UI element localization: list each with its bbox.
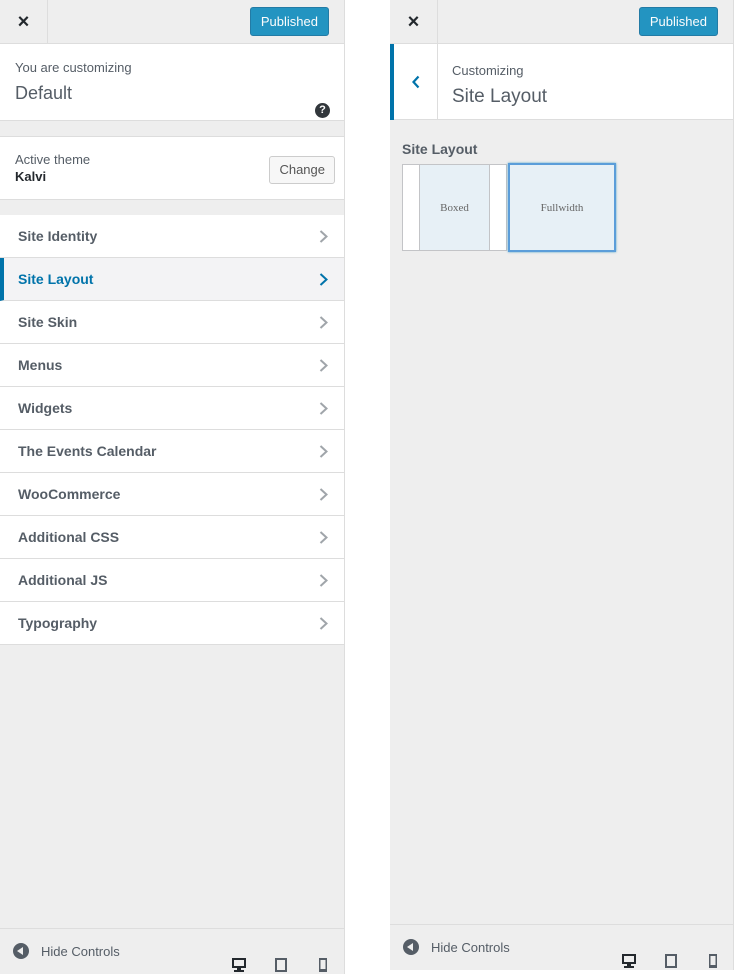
menu-item-label: Widgets — [18, 400, 73, 416]
menu-item-widgets[interactable]: Widgets — [0, 387, 344, 430]
active-theme-section: Active theme Kalvi Change — [0, 136, 344, 200]
customizer-panel-section: × Published Customizing Site Layout Site… — [390, 0, 734, 970]
hide-controls-button[interactable]: Hide Controls — [13, 943, 120, 959]
chevron-right-icon — [319, 273, 328, 286]
back-button[interactable] — [390, 44, 438, 120]
collapse-arrow-icon — [13, 943, 29, 959]
hide-controls-label: Hide Controls — [431, 939, 510, 955]
chevron-left-icon — [411, 75, 419, 89]
section-header: Customizing Site Layout — [390, 44, 733, 120]
close-icon[interactable]: × — [390, 0, 438, 44]
menu-item-label: The Events Calendar — [18, 443, 157, 459]
footer-bar: Hide Controls — [0, 928, 344, 974]
publish-button[interactable]: Published — [249, 7, 329, 36]
menu-item-menus[interactable]: Menus — [0, 344, 344, 387]
footer-bar: Hide Controls — [390, 924, 733, 970]
menu-item-label: Site Identity — [18, 228, 98, 244]
top-bar: × Published — [0, 0, 344, 44]
chevron-right-icon — [319, 488, 328, 501]
menu-item-label: Site Layout — [18, 271, 94, 287]
menu-item-label: Site Skin — [18, 314, 78, 330]
customizing-label: You are customizing — [15, 60, 132, 75]
chevron-right-icon — [319, 531, 328, 544]
chevron-right-icon — [319, 316, 328, 329]
menu-item-typography[interactable]: Typography — [0, 602, 344, 645]
menu-item-label: WooCommerce — [18, 486, 121, 502]
change-theme-button[interactable]: Change — [269, 156, 335, 184]
publish-button[interactable]: Published — [638, 7, 718, 36]
menu-item-label: Additional CSS — [18, 529, 120, 545]
desktop-icon[interactable] — [621, 953, 637, 969]
hide-controls-button[interactable]: Hide Controls — [403, 939, 510, 955]
tablet-icon[interactable] — [663, 953, 679, 969]
tablet-icon[interactable] — [273, 957, 289, 973]
help-icon[interactable]: ? — [315, 103, 330, 118]
close-icon[interactable]: × — [0, 0, 48, 44]
menu-item-woocommerce[interactable]: WooCommerce — [0, 473, 344, 516]
chevron-right-icon — [319, 402, 328, 415]
layout-option-label: Fullwidth — [540, 201, 584, 214]
chevron-right-icon — [319, 574, 328, 587]
chevron-right-icon — [319, 445, 328, 458]
site-title: Default — [15, 83, 73, 103]
layout-option-label: Boxed — [440, 201, 469, 214]
menu-item-site-identity[interactable]: Site Identity — [0, 215, 344, 258]
customizing-info: You are customizing Default ? — [0, 44, 344, 121]
layout-options: Boxed Fullwidth — [402, 163, 616, 252]
mobile-icon[interactable] — [705, 953, 721, 969]
section-title: Site Layout — [452, 86, 548, 107]
customizer-menu: Site Identity Site Layout Site Skin Menu… — [0, 215, 344, 645]
menu-item-label: Additional JS — [18, 572, 108, 588]
top-bar: × Published — [390, 0, 733, 44]
desktop-icon[interactable] — [231, 957, 247, 973]
menu-item-site-skin[interactable]: Site Skin — [0, 301, 344, 344]
layout-option-boxed[interactable]: Boxed — [402, 164, 507, 251]
menu-item-label: Menus — [18, 357, 63, 373]
control-title: Site Layout — [402, 141, 478, 157]
menu-item-events-calendar[interactable]: The Events Calendar — [0, 430, 344, 473]
menu-item-site-layout[interactable]: Site Layout — [0, 258, 344, 301]
chevron-right-icon — [319, 359, 328, 372]
mobile-icon[interactable] — [315, 957, 331, 973]
chevron-right-icon — [319, 617, 328, 630]
customizer-panel-main: × Published You are customizing Default … — [0, 0, 345, 974]
collapse-arrow-icon — [403, 939, 419, 955]
section-breadcrumb: Customizing — [452, 63, 524, 78]
chevron-right-icon — [319, 230, 328, 243]
menu-item-label: Typography — [18, 615, 98, 631]
hide-controls-label: Hide Controls — [41, 943, 120, 959]
menu-item-additional-css[interactable]: Additional CSS — [0, 516, 344, 559]
layout-option-fullwidth[interactable]: Fullwidth — [508, 163, 616, 252]
menu-item-additional-js[interactable]: Additional JS — [0, 559, 344, 602]
